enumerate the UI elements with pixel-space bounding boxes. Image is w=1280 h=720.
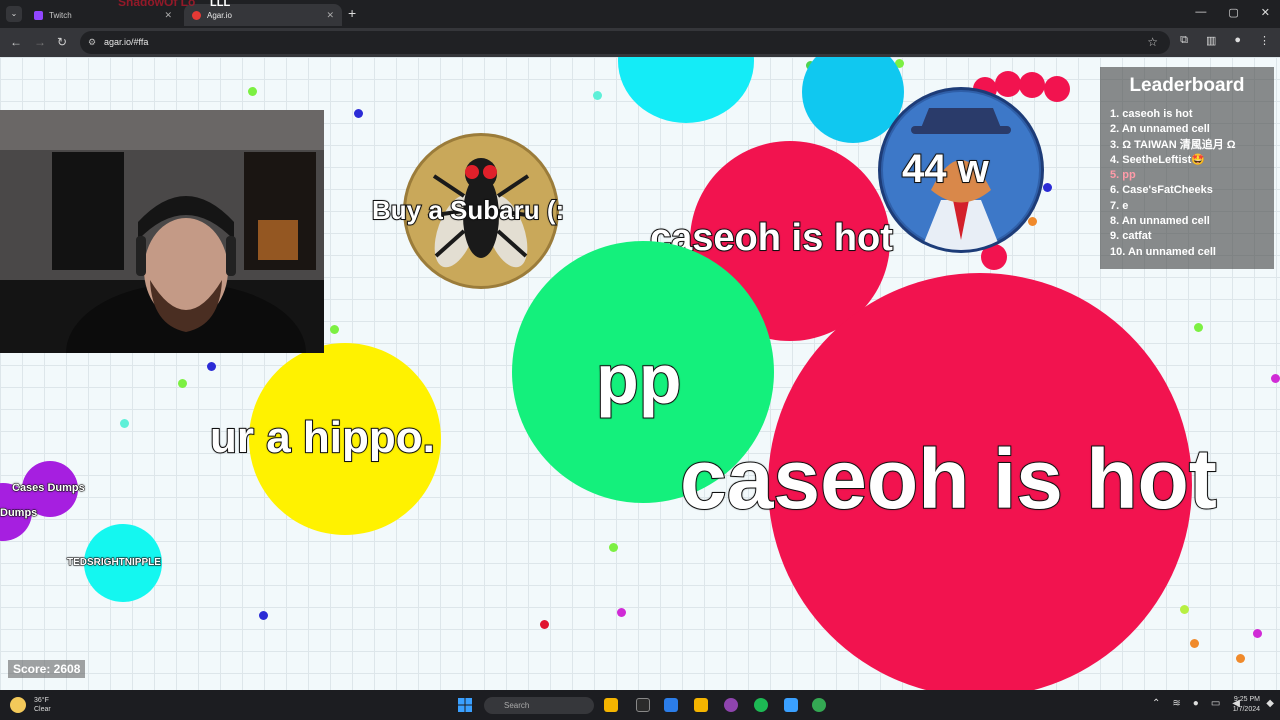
task-view-icon[interactable] — [636, 698, 650, 712]
leaderboard-entry: 10. An unnamed cell — [1110, 245, 1216, 258]
player-cell — [618, 57, 754, 123]
leaderboard-entry: 2. An unnamed cell — [1110, 123, 1210, 136]
food-pellet — [354, 109, 363, 118]
extensions-icon[interactable]: ⧉ — [1180, 34, 1188, 47]
agario-icon — [192, 10, 201, 20]
leaderboard-entry: 6. Case'sFatCheeks — [1110, 184, 1213, 197]
browser-toolbar: ← → ↻ ⚙ agar.io/#ffa ☆ ⧉ ▥ ● ⋮ — [0, 28, 1280, 57]
maximize-icon[interactable]: ▢ — [1228, 6, 1238, 19]
menu-icon[interactable]: ⋮ — [1259, 34, 1270, 47]
leaderboard-title: Leaderboard — [1129, 75, 1245, 96]
taskbar-search[interactable]: Search — [484, 697, 594, 714]
moon-icon[interactable] — [10, 697, 26, 713]
food-pellet — [248, 87, 257, 96]
windows-taskbar: 36°F Clear Search ⌃ ≋ ● ▭ ◀ 9:25 PM 1/7/… — [0, 690, 1280, 720]
cell-name-label: 44 w — [901, 146, 990, 192]
cell-name-label: Dumps — [0, 507, 38, 520]
tab-title: Twitch — [49, 10, 72, 20]
leaderboard-entry-player: 5. pp — [1110, 169, 1136, 182]
webcam-overlay — [0, 110, 324, 353]
address-bar[interactable]: ⚙ agar.io/#ffa ☆ — [80, 31, 1170, 54]
weather-condition: Clear — [34, 706, 51, 713]
food-pellet — [1028, 217, 1037, 226]
star-icon[interactable]: ☆ — [1147, 35, 1158, 49]
game-canvas[interactable]: caseoh is hot Buy a Subaru (: 44 w pp ca… — [0, 57, 1280, 690]
leaderboard-entry: 4. SeetheLeftist🤩 — [1110, 153, 1205, 166]
score-display: Score: 2608 — [8, 660, 86, 678]
file-explorer-icon[interactable] — [604, 698, 618, 712]
split-cell — [1044, 76, 1070, 102]
stream-title-overlay: ShadowOf Lo — [118, 0, 196, 9]
food-pellet — [609, 543, 618, 552]
plus-icon[interactable]: + — [348, 5, 356, 21]
wifi-icon[interactable]: ≋ — [1172, 698, 1180, 709]
site-info-icon[interactable]: ⚙ — [88, 37, 96, 48]
app-icon[interactable] — [724, 698, 738, 712]
food-pellet — [178, 379, 187, 388]
app-icon[interactable] — [784, 698, 798, 712]
food-pellet — [259, 611, 268, 620]
spotify-icon[interactable] — [754, 698, 768, 712]
temperature: 36°F — [34, 697, 49, 704]
url-text[interactable]: agar.io/#ffa — [104, 37, 148, 47]
player-name-label: pp — [595, 339, 683, 419]
cell-name-label: TEDSRIGHTNIPPLE — [67, 557, 162, 569]
profile-icon[interactable]: ● — [1234, 34, 1241, 47]
food-pellet — [1043, 183, 1052, 192]
food-pellet — [1180, 605, 1189, 614]
food-pellet — [207, 362, 216, 371]
weather-widget[interactable]: 36°F Clear — [34, 696, 51, 714]
leaderboard-entry: 8. An unnamed cell — [1110, 215, 1210, 228]
back-icon[interactable]: ← — [10, 35, 22, 49]
leaderboard-entry: 3. Ω TAIWAN 清風追月 Ω — [1110, 138, 1236, 151]
food-pellet — [1190, 639, 1199, 648]
leaderboard-list: 1. caseoh is hot 2. An unnamed cell 3. Ω… — [1110, 107, 1236, 260]
app-icon[interactable] — [664, 698, 678, 712]
stream-title-overlay-2: LLL — [210, 0, 231, 9]
chrome-icon[interactable] — [812, 698, 826, 712]
food-pellet — [617, 608, 626, 617]
split-cell — [995, 71, 1021, 97]
forward-icon[interactable]: → — [34, 35, 46, 49]
leaderboard-entry: 1. caseoh is hot — [1110, 108, 1193, 120]
split-cell — [1019, 72, 1045, 98]
food-pellet — [593, 91, 602, 100]
clock-date: 1/7/2024 — [1232, 706, 1260, 713]
food-pellet — [1253, 629, 1262, 638]
cell-name-label: caseoh is hot — [679, 431, 1218, 527]
close-window-icon[interactable]: ✕ — [1261, 6, 1270, 19]
microphone-icon[interactable]: ● — [1193, 698, 1199, 709]
leaderboard-entry: 9. catfat — [1110, 230, 1152, 243]
clock-time: 9:25 PM — [1233, 696, 1260, 703]
twitch-icon — [34, 10, 43, 20]
close-icon[interactable]: ✕ — [326, 10, 334, 21]
leaderboard-entry: 7. e — [1110, 199, 1129, 212]
side-panel-icon[interactable]: ▥ — [1206, 34, 1216, 47]
food-pellet — [1271, 374, 1280, 383]
close-icon[interactable]: ✕ — [164, 10, 172, 21]
food-pellet — [1194, 323, 1203, 332]
food-pellet — [540, 620, 549, 629]
tab-agario[interactable]: Agar.io ✕ — [184, 4, 342, 26]
minimize-icon[interactable]: — — [1195, 6, 1206, 19]
food-pellet — [330, 325, 339, 334]
leaderboard: Leaderboard 1. caseoh is hot 2. An unnam… — [1100, 67, 1274, 269]
cell-name-label: Cases Dumps — [12, 482, 86, 495]
streamer-webcam-image — [0, 110, 324, 353]
food-pellet — [1236, 654, 1245, 663]
network-icon[interactable]: ▭ — [1211, 698, 1220, 709]
cell-name-label: Buy a Subaru (: — [371, 194, 565, 226]
system-clock[interactable]: 9:25 PM 1/7/2024 — [1233, 695, 1260, 715]
food-pellet — [120, 419, 129, 428]
reload-icon[interactable]: ↻ — [57, 35, 67, 49]
windows-start-icon[interactable] — [458, 698, 472, 712]
tab-title: Agar.io — [207, 10, 232, 20]
chevron-up-icon[interactable]: ⌃ — [1152, 698, 1160, 709]
folder-icon[interactable] — [694, 698, 708, 712]
notification-bell-icon[interactable]: ◆ — [1266, 698, 1274, 709]
tab-list-icon[interactable]: ⌄ — [6, 6, 22, 22]
cell-name-label: ur a hippo. — [209, 412, 436, 463]
